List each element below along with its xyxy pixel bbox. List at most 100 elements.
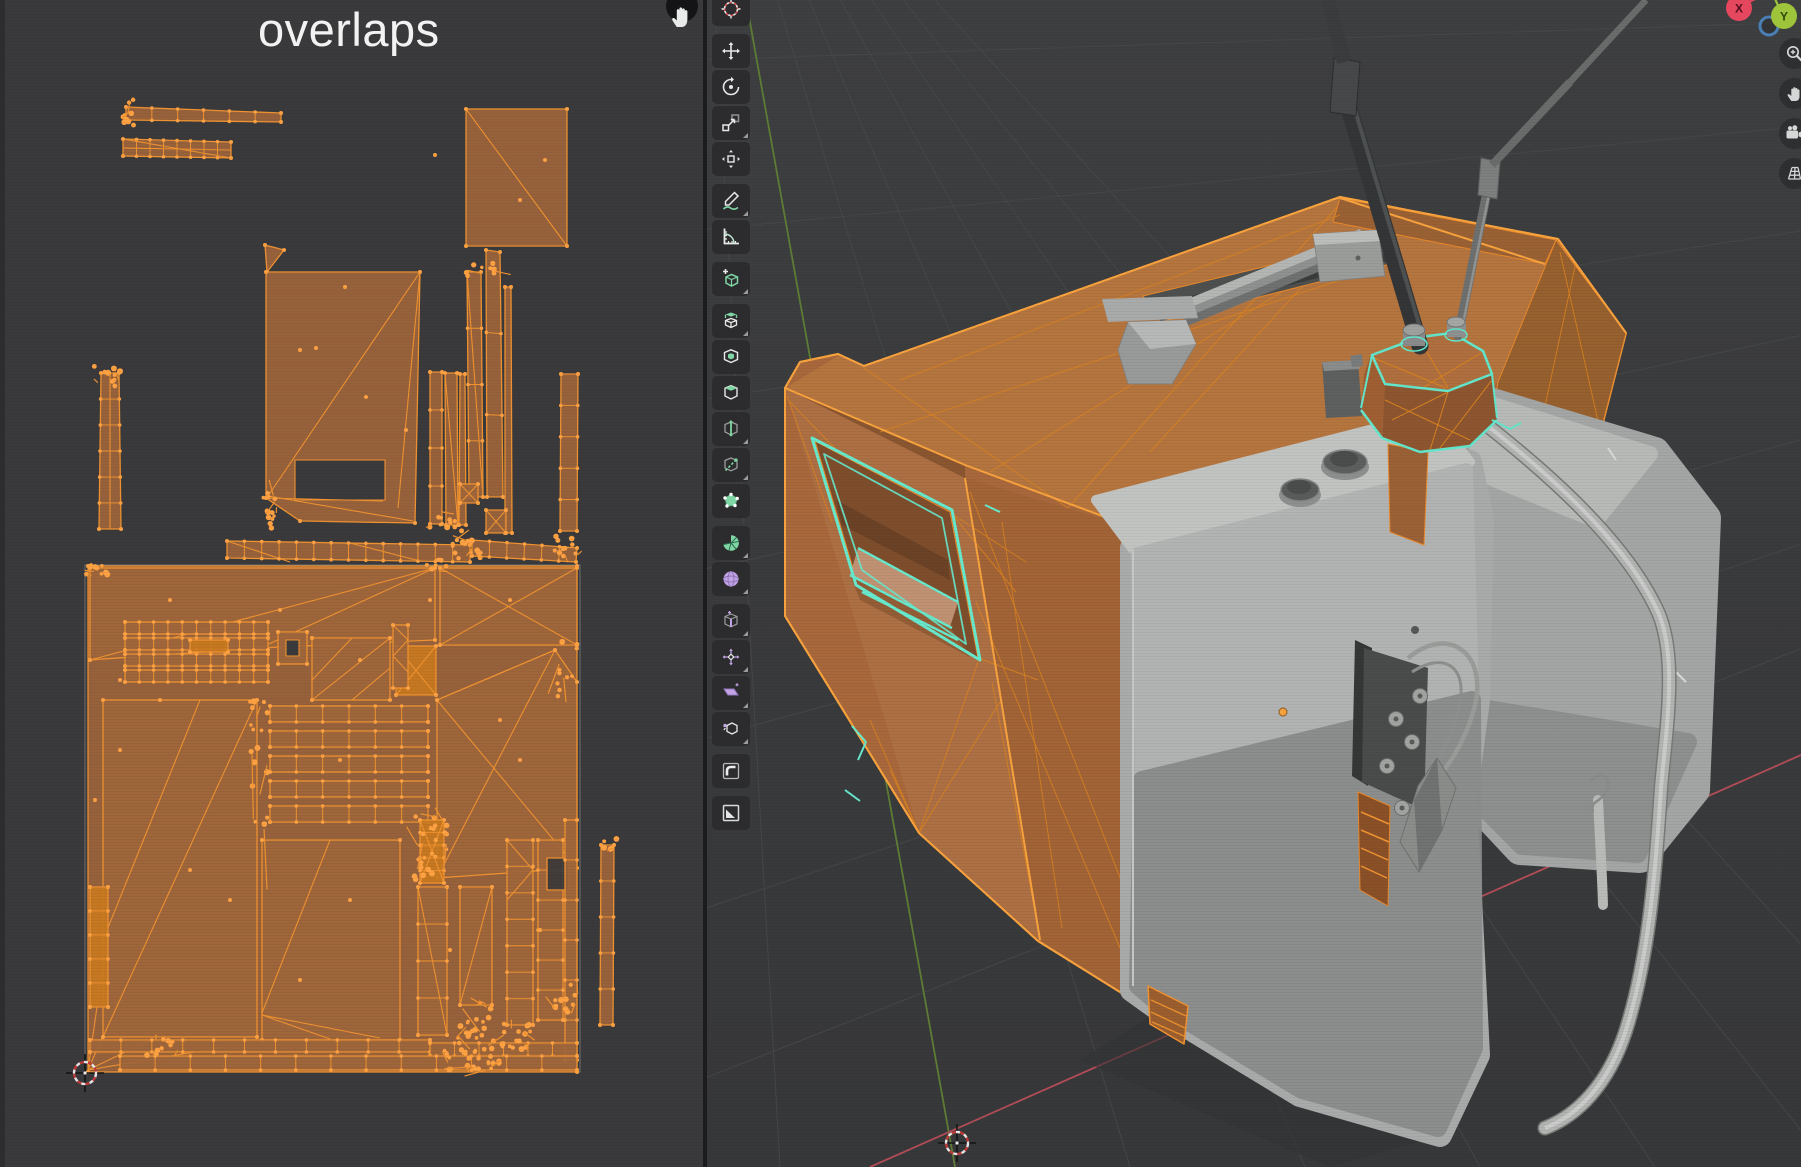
uv-canvas[interactable] [0, 0, 703, 1167]
uv-vertex [124, 105, 128, 109]
uv-vertex [238, 648, 242, 652]
uv-edge [487, 415, 502, 416]
uv-vertex [575, 818, 579, 822]
tool-shrink-fatten-button[interactable] [712, 640, 750, 674]
uv-edge [94, 379, 98, 383]
tool-rip-region-button[interactable] [712, 712, 750, 746]
uv-vertex [559, 466, 563, 470]
tool-bevel-button[interactable] [712, 376, 750, 410]
uv-vertex [536, 868, 540, 872]
tool-transform-button[interactable] [712, 142, 750, 176]
uv-vertex [563, 938, 567, 942]
uv-vertex [442, 881, 446, 885]
uv-vertex [338, 758, 342, 762]
tool-scale-button[interactable] [712, 106, 750, 140]
tool-poly-build-button[interactable] [712, 484, 750, 518]
uv-vertex [251, 728, 255, 732]
uv-vertex [278, 608, 282, 612]
uv-vertex [434, 563, 438, 567]
uv-vertex [505, 1068, 509, 1072]
tool-smooth-button[interactable] [712, 562, 750, 596]
uv-vertex [202, 108, 206, 112]
uv-vertex [505, 997, 509, 1001]
knife-icon [720, 454, 742, 476]
gizmo-x-axis-ball[interactable]: X [1726, 0, 1752, 21]
uv-vertex [321, 729, 325, 733]
uv-vertex [563, 978, 567, 982]
uv-vertex [265, 491, 270, 496]
tool-extrude-region-button[interactable] [712, 304, 750, 338]
uv-vertex [118, 748, 122, 752]
uv-vertex [488, 540, 492, 544]
uv-vertex [118, 423, 122, 427]
uv-vertex [440, 446, 444, 450]
uv-vertex [556, 694, 561, 699]
tool-shear-button[interactable] [712, 676, 750, 710]
uv-vertex [212, 1050, 216, 1054]
uv-editor-panel[interactable]: overlaps [0, 0, 703, 1167]
uv-vertex [295, 804, 299, 808]
uv-vertex [397, 1050, 401, 1054]
viewport-3d-canvas[interactable] [707, 0, 1801, 1167]
uv-vertex [433, 638, 437, 642]
uv-vertex [252, 648, 256, 652]
nav-pan-button[interactable] [1779, 78, 1801, 109]
tool-cursor-button[interactable] [712, 0, 750, 26]
uv-vertex [576, 466, 580, 470]
tool-rotate-button[interactable] [712, 70, 750, 104]
uv-vertex [466, 326, 470, 330]
tool-knife-button[interactable] [712, 448, 750, 482]
uv-vertex [119, 475, 123, 479]
tool-annotate-button[interactable] [712, 184, 750, 218]
uv-vertex [433, 153, 437, 157]
uv-vertex [238, 652, 242, 656]
uv-vertex [490, 885, 494, 889]
nav-toggle-perspective-button[interactable] [1779, 158, 1801, 189]
uv-vertex [435, 698, 439, 702]
uv-vertex [576, 435, 580, 439]
uv-vertex [445, 1033, 449, 1037]
uv-vertex [426, 729, 430, 733]
submenu-indicator [743, 589, 748, 594]
uv-vertex [310, 698, 314, 702]
uv-vertex [416, 996, 420, 1000]
uv-island [265, 245, 284, 272]
uv-vertex [536, 838, 540, 842]
tool-fill-triangle-tool-button[interactable] [712, 796, 750, 830]
uv-vertex [265, 816, 269, 820]
uv-vertex [598, 987, 602, 991]
handle-foot-left-upper [1102, 296, 1198, 322]
uv-vertex [84, 572, 89, 577]
uv-vertex [223, 668, 227, 672]
uv-vertex [279, 120, 283, 124]
uv-vertex [505, 944, 509, 948]
tool-measure-button[interactable] [712, 220, 750, 254]
uv-vertex [255, 1035, 259, 1039]
tool-inset-faces-button[interactable] [712, 340, 750, 374]
uv-vertex [176, 107, 180, 111]
uv-vertex [152, 668, 156, 672]
tool-add-cube-button[interactable] [712, 262, 750, 296]
uv-vertex [443, 371, 447, 375]
uv-vertex [180, 636, 184, 640]
gizmo-y-axis-ball[interactable]: Y [1771, 3, 1797, 29]
uv-vertex [485, 331, 489, 335]
tool-loop-cut-button[interactable] [712, 412, 750, 446]
panel-divider[interactable] [703, 0, 707, 1167]
grid-line-x [707, 22, 1801, 60]
uv-vertex [531, 917, 535, 921]
submenu-indicator [743, 703, 748, 708]
viewport-3d-panel[interactable] [707, 0, 1801, 1167]
uv-vertex [153, 1068, 157, 1072]
uv-vertex [321, 779, 325, 783]
tool-corner-arc-tool-button[interactable] [712, 754, 750, 788]
tool-move-button[interactable] [712, 34, 750, 68]
uv-vertex [400, 720, 404, 724]
uv-vertex [225, 556, 229, 560]
tool-spin-button[interactable] [712, 526, 750, 560]
tool-edge-slide-button[interactable] [712, 604, 750, 638]
uv-vertex [347, 558, 351, 562]
nav-camera-view-button[interactable] [1779, 118, 1801, 149]
uv-island [486, 250, 503, 497]
uv-vertex [276, 630, 280, 634]
